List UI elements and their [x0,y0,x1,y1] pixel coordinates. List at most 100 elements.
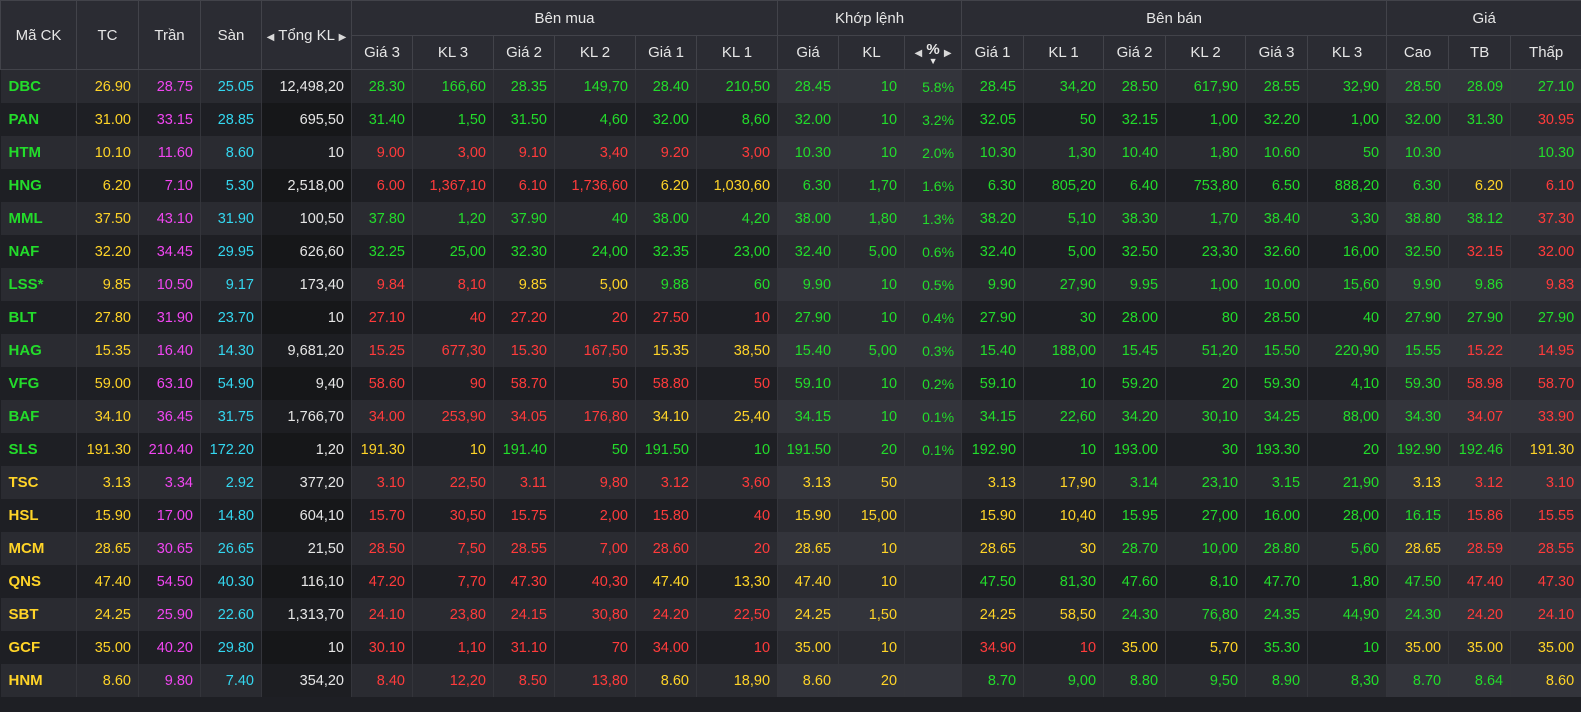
header-price-col-0[interactable]: Cao [1386,35,1450,70]
match-cell: 6.30 [777,169,840,202]
match-cell: 20 [838,664,906,697]
table-row[interactable]: HTM 10.10 11.60 8.60 10 9.00 3,00 9.10 3,40 9.20 3… [0,136,1581,169]
table-row[interactable]: HAG 15.35 16.40 14.30 9,681,20 15.25 677,30 15.… [0,334,1581,367]
ask-cell: 16,00 [1307,235,1388,268]
table-row[interactable]: MCM 28.65 30.65 26.65 21,50 28.50 7,50 28.55 7,0… [0,532,1581,565]
symbol-cell[interactable]: MCM [0,532,77,565]
header-match-percent[interactable]: ◀ % ▼ ▶ [904,35,963,70]
ask-cell: 34.20 [1103,400,1167,433]
bid-cell: 30,50 [412,499,494,532]
table-row[interactable]: MML 37.50 43.10 31.90 100,50 37.80 1,20 37.90 40… [0,202,1581,235]
symbol-cell[interactable]: SBT [0,598,77,631]
floor-price-cell: 28.85 [200,103,262,136]
table-row[interactable]: SBT 24.25 25.90 22.60 1,313,70 24.10 23,80 24.1… [0,598,1581,631]
symbol-cell[interactable]: MML [0,202,77,235]
ref-price-cell: 9.85 [76,268,139,301]
header-sell-col-1[interactable]: KL 1 [1023,35,1105,70]
header-buy-col-4[interactable]: Giá 1 [635,35,697,70]
symbol-cell[interactable]: BAF [0,400,77,433]
symbol-cell[interactable]: VFG [0,367,77,400]
symbol-cell[interactable]: HAG [0,334,77,367]
price-stat-cell: 27.10 [1510,69,1581,103]
header-sell-col-0[interactable]: Giá 1 [961,35,1025,70]
bid-cell: 1,50 [412,103,494,136]
price-stat-cell: 10.30 [1386,136,1450,169]
symbol-cell[interactable]: HTM [0,136,77,169]
header-buy-col-5[interactable]: KL 1 [695,35,779,70]
header-price-col-1[interactable]: TB [1448,35,1512,70]
symbol-cell[interactable]: BLT [0,301,77,334]
bid-cell: 8.60 [635,664,697,697]
price-board: Mã CK TC Trần Sàn ◀ Tổng KL ▶ Bên mua Kh… [0,0,1581,712]
table-row[interactable]: QNS 47.40 54.50 40.30 116,10 47.20 7,70 47.30 40… [0,565,1581,598]
header-sell-col-5[interactable]: KL 3 [1307,35,1388,70]
table-row[interactable]: DBC 26.90 28.75 25.05 12,498,20 28.30 166,60 28… [0,69,1581,103]
table-row[interactable]: HSL 15.90 17.00 14.80 604,10 15.70 30,50 15.75 2… [0,499,1581,532]
symbol-cell[interactable]: NAF [0,235,77,268]
table-row[interactable]: GCF 35.00 40.20 29.80 10 30.10 1,10 31.10 70 34.0… [0,631,1581,664]
bid-cell: 1,736,60 [554,169,636,202]
symbol-cell[interactable]: HNM [0,664,77,697]
caret-right-icon[interactable]: ▶ [339,32,347,43]
table-row[interactable]: HNM 8.60 9.80 7.40 354,20 8.40 12,20 8.50 13,80 8… [0,664,1581,697]
price-stat-cell: 15.86 [1448,499,1512,532]
symbol-cell[interactable]: GCF [0,631,77,664]
symbol-cell[interactable]: LSS* [0,268,77,301]
table-row[interactable]: BAF 34.10 36.45 31.75 1,766,70 34.00 253,90 34.… [0,400,1581,433]
header-floor[interactable]: Sàn [200,0,262,70]
ask-cell: 28.70 [1103,532,1167,565]
bid-cell: 32.25 [351,235,413,268]
header-buy-col-1[interactable]: KL 3 [412,35,494,70]
table-row[interactable]: TSC 3.13 3.34 2.92 377,20 3.10 22,50 3.11 9,80 3.… [0,466,1581,499]
header-symbol[interactable]: Mã CK [0,0,77,70]
header-match-price[interactable]: Giá [777,35,840,70]
caret-left-icon[interactable]: ◀ [267,32,275,43]
header-sell-col-3[interactable]: KL 2 [1165,35,1247,70]
header-ceiling[interactable]: Trần [138,0,201,70]
symbol-cell[interactable]: HSL [0,499,77,532]
table-row[interactable]: LSS* 9.85 10.50 9.17 173,40 9.84 8,10 9.85 5,00 9… [0,268,1581,301]
bid-cell: 7,00 [554,532,636,565]
bid-cell: 24.15 [493,598,555,631]
symbol-cell[interactable]: PAN [0,103,77,136]
header-buy-col-0[interactable]: Giá 3 [351,35,413,70]
table-row[interactable]: VFG 59.00 63.10 54.90 9,40 58.60 90 58.70 50 58.8… [0,367,1581,400]
bid-cell: 1,367,10 [412,169,494,202]
header-buy-col-2[interactable]: Giá 2 [493,35,555,70]
header-price-col-2[interactable]: Thấp [1510,35,1581,70]
ask-cell: 192.90 [961,433,1025,466]
symbol-cell[interactable]: QNS [0,565,77,598]
total-volume-cell: 10 [261,136,352,169]
header-sell-col-2[interactable]: Giá 2 [1103,35,1167,70]
symbol-cell[interactable]: HNG [0,169,77,202]
header-ref[interactable]: TC [76,0,139,70]
table-row[interactable]: PAN 31.00 33.15 28.85 695,50 31.40 1,50 31.50 4,… [0,103,1581,136]
match-cell [904,598,963,631]
ceiling-price-cell: 30.65 [138,532,201,565]
price-stat-cell: 3.12 [1448,466,1512,499]
header-sell-col-4[interactable]: Giá 3 [1245,35,1309,70]
caret-left-icon[interactable]: ◀ [914,48,922,59]
table-row[interactable]: BLT 27.80 31.90 23.70 10 27.10 40 27.20 20 27.50 1… [0,301,1581,334]
symbol-cell[interactable]: TSC [0,466,77,499]
table-row[interactable]: SLS 191.30 210.40 172.20 1,20 191.30 10 191.40 5… [0,433,1581,466]
ask-cell: 34.15 [961,400,1025,433]
ask-cell: 30,10 [1165,400,1247,433]
table-row[interactable]: HNG 6.20 7.10 5.30 2,518,00 6.00 1,367,10 6.10 1… [0,169,1581,202]
ask-cell: 10,40 [1023,499,1105,532]
match-cell: 10 [838,268,906,301]
sort-desc-icon[interactable]: ▼ [926,57,939,66]
header-total-volume[interactable]: ◀ Tổng KL ▶ [261,0,352,70]
header-buy-col-3[interactable]: KL 2 [554,35,636,70]
table-row[interactable]: NAF 32.20 34.45 29.95 626,60 32.25 25,00 32.30 2… [0,235,1581,268]
caret-right-icon[interactable]: ▶ [944,48,952,59]
bid-cell: 15.30 [493,334,555,367]
price-stat-cell: 34.30 [1386,400,1450,433]
bid-cell: 40 [554,202,636,235]
header-match-volume[interactable]: KL [838,35,906,70]
symbol-cell[interactable]: DBC [0,69,77,103]
symbol-cell[interactable]: SLS [0,433,77,466]
ref-price-cell: 10.10 [76,136,139,169]
ceiling-price-cell: 25.90 [138,598,201,631]
price-stat-cell: 6.10 [1510,169,1581,202]
